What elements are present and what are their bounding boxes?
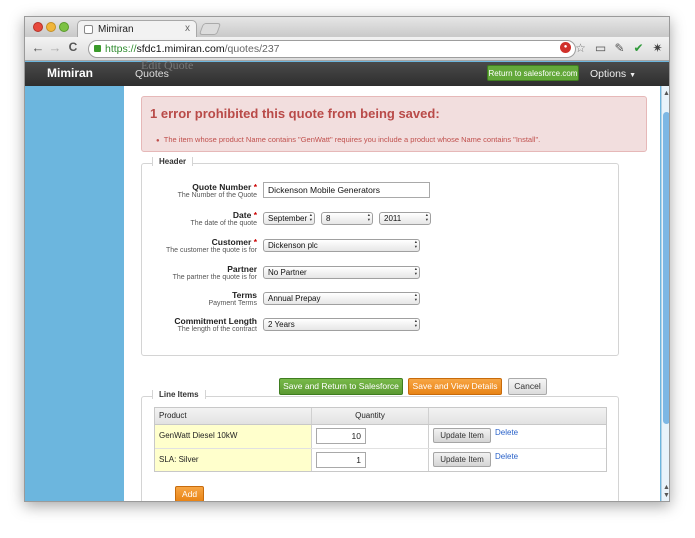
- title-bar: Mimiran x: [25, 17, 669, 37]
- error-message-text: The item whose product Name contains "Ge…: [163, 135, 541, 144]
- terms-select[interactable]: Annual Prepay: [263, 292, 420, 305]
- quantity-cell: 1: [311, 449, 428, 471]
- scroll-up-icon-bottom[interactable]: ▲: [662, 484, 669, 491]
- browser-toolbar: ← → C https://sfdc1.mimiran.com/quotes/2…: [25, 37, 669, 61]
- terms-label-text: Terms: [232, 290, 257, 300]
- page-icon[interactable]: ▭: [593, 41, 608, 56]
- required-mark: *: [253, 237, 257, 247]
- quote-number-label-text: Quote Number: [192, 182, 252, 192]
- line-items-fieldset: Line Items Product Quantity GenWatt Dies…: [141, 390, 619, 501]
- new-tab-button[interactable]: [198, 23, 222, 35]
- update-item-button[interactable]: Update Item: [433, 428, 491, 443]
- actions-cell: Update Item Delete: [428, 425, 608, 448]
- url-scheme: https://: [105, 43, 137, 55]
- browser-tab[interactable]: Mimiran x: [77, 20, 197, 37]
- bookmark-star-icon[interactable]: ☆: [573, 41, 588, 56]
- required-mark: *: [253, 182, 257, 192]
- delete-link[interactable]: Delete: [495, 428, 518, 437]
- commitment-label: Commitment Length The length of the cont…: [142, 316, 257, 333]
- quote-number-hint: The Number of the Quote: [177, 192, 257, 199]
- customer-label: Customer * The customer the quote is for: [142, 237, 257, 254]
- header-legend: Header: [152, 157, 194, 166]
- tab-title: Mimiran: [98, 24, 134, 35]
- stop-sign-icon[interactable]: ●: [560, 42, 571, 53]
- quote-number-input[interactable]: Dickenson Mobile Generators: [263, 182, 430, 198]
- col-actions-header: [428, 408, 608, 424]
- error-message: ● The item whose product Name contains "…: [156, 135, 541, 144]
- customer-select[interactable]: Dickenson plc: [263, 239, 420, 252]
- options-menu[interactable]: Options ▼: [590, 68, 636, 80]
- commitment-select[interactable]: 2 Years: [263, 318, 420, 331]
- favicon-icon: [84, 25, 93, 34]
- forward-button[interactable]: →: [47, 40, 63, 55]
- table-row: GenWatt Diesel 10kW 10 Update Item Delet…: [155, 425, 606, 448]
- header-fieldset: Header Quote Number * The Number of the …: [141, 157, 619, 356]
- quantity-cell: 10: [311, 425, 428, 448]
- options-label: Options: [590, 68, 627, 80]
- scroll-up-icon[interactable]: ▲: [662, 90, 669, 97]
- partner-label-text: Partner: [227, 264, 257, 274]
- partner-label: Partner The partner the quote is for: [142, 264, 257, 281]
- table-row: SLA: Silver 1 Update Item Delete: [155, 448, 606, 471]
- save-and-view-button[interactable]: Save and View Details: [408, 378, 502, 395]
- quote-number-label: Quote Number * The Number of the Quote: [142, 182, 257, 199]
- scrollbar-thumb[interactable]: [663, 112, 669, 424]
- error-heading: 1 error prohibited this quote from being…: [150, 106, 440, 121]
- date-hint: The date of the quote: [190, 220, 257, 227]
- scrollbar[interactable]: ▲ ▲ ▼: [661, 86, 669, 501]
- product-cell: GenWatt Diesel 10kW: [155, 425, 311, 448]
- chevron-down-icon: ▼: [629, 72, 637, 79]
- add-button[interactable]: Add: [175, 486, 204, 501]
- close-window-icon[interactable]: [33, 22, 43, 32]
- wrench-icon[interactable]: ✷: [650, 41, 665, 56]
- table-header: Product Quantity: [155, 408, 606, 425]
- check-icon[interactable]: ✔: [631, 41, 646, 56]
- actions-cell: Update Item Delete: [428, 449, 608, 471]
- col-quantity-header: Quantity: [311, 408, 428, 424]
- extension-icon[interactable]: ✎: [612, 41, 627, 56]
- partner-hint: The partner the quote is for: [172, 274, 257, 281]
- page-title: Edit Quote: [141, 58, 194, 72]
- commitment-label-text: Commitment Length: [174, 316, 257, 326]
- main-content: 1 error prohibited this quote from being…: [124, 86, 660, 501]
- minimize-window-icon[interactable]: [46, 22, 56, 32]
- address-bar[interactable]: https://sfdc1.mimiran.com/quotes/237: [88, 40, 576, 58]
- return-to-salesforce-button[interactable]: Return to salesforce.com: [487, 65, 579, 81]
- zoom-window-icon[interactable]: [59, 22, 69, 32]
- quantity-input[interactable]: 10: [316, 428, 366, 444]
- reload-button[interactable]: C: [65, 40, 81, 54]
- url-path: /quotes/237: [224, 43, 280, 55]
- tab-close-icon[interactable]: x: [185, 23, 190, 34]
- product-cell: SLA: Silver: [155, 449, 311, 471]
- update-item-button[interactable]: Update Item: [433, 452, 491, 467]
- commitment-hint: The length of the contract: [177, 326, 257, 333]
- brand-logo[interactable]: Mimiran: [47, 66, 93, 80]
- date-day-select[interactable]: 8: [321, 212, 373, 225]
- screenshot-stage: Mimiran x ← → C https://sfdc1.mimiran.co…: [0, 0, 695, 538]
- col-product-header: Product: [159, 411, 187, 420]
- date-label-text: Date: [232, 210, 252, 220]
- back-button[interactable]: ←: [30, 40, 46, 55]
- required-mark: *: [253, 210, 257, 220]
- partner-select[interactable]: No Partner: [263, 266, 420, 279]
- delete-link[interactable]: Delete: [495, 452, 518, 461]
- line-items-table: Product Quantity GenWatt Diesel 10kW 10 …: [154, 407, 607, 472]
- customer-label-text: Customer: [211, 237, 252, 247]
- save-and-return-button[interactable]: Save and Return to Salesforce: [279, 378, 403, 395]
- customer-hint: The customer the quote is for: [165, 247, 257, 254]
- quantity-input[interactable]: 1: [316, 452, 366, 468]
- date-label: Date * The date of the quote: [142, 210, 257, 227]
- scroll-down-icon[interactable]: ▼: [662, 492, 669, 499]
- cancel-button[interactable]: Cancel: [508, 378, 547, 395]
- browser-window: Mimiran x ← → C https://sfdc1.mimiran.co…: [24, 16, 670, 502]
- app-header: Mimiran Quotes Edit Quote Return to sale…: [25, 58, 669, 86]
- line-items-legend: Line Items: [152, 390, 206, 399]
- terms-label: Terms Payment Terms: [142, 290, 258, 307]
- error-panel: 1 error prohibited this quote from being…: [141, 96, 647, 152]
- lock-icon: [94, 45, 101, 52]
- terms-hint: Payment Terms: [208, 300, 258, 307]
- url-host: sfdc1.mimiran.com: [136, 43, 225, 55]
- date-month-select[interactable]: September: [263, 212, 315, 225]
- date-year-select[interactable]: 2011: [379, 212, 431, 225]
